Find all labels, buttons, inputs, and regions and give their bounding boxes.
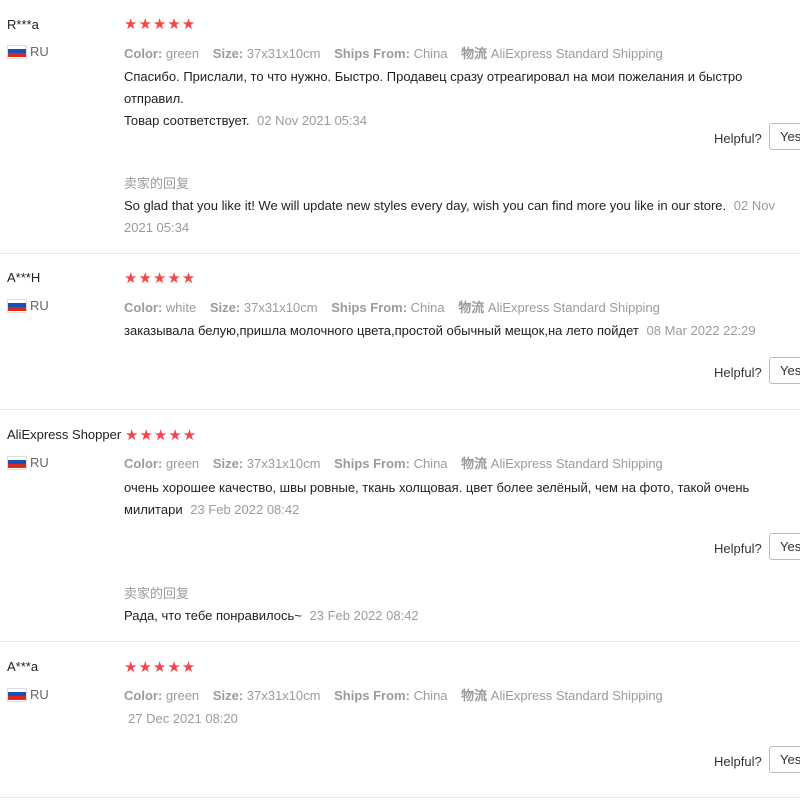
russia-flag-icon — [7, 455, 27, 470]
ships-from-value: China — [413, 688, 448, 703]
ships-from-value: China — [413, 456, 448, 471]
review-divider — [0, 409, 800, 410]
ships-from-label: Ships From: — [331, 300, 408, 315]
country-code: RU — [30, 44, 49, 59]
review-date: 27 Dec 2021 08:20 — [128, 711, 238, 726]
rating-stars: ★★★★★ — [124, 270, 197, 287]
reply-date: 02 Nov — [733, 198, 775, 213]
shipping-label: 物流 — [458, 300, 485, 315]
rating-stars: ★★★★★ — [124, 659, 197, 676]
review-text-line: заказывала белую,пришла молочного цвета,… — [124, 323, 639, 338]
helpful-label: Helpful? — [714, 541, 762, 556]
reviewer-name: A***H — [7, 270, 41, 285]
ships-from-value: China — [410, 300, 445, 315]
review-text: 27 Dec 2021 08:20 — [124, 708, 796, 730]
helpful-label: Helpful? — [714, 754, 762, 769]
color-value: white — [165, 300, 197, 315]
color-label: Color: — [124, 688, 163, 703]
size-value: 37x31x10cm — [243, 300, 318, 315]
ships-from-label: Ships From: — [334, 456, 410, 471]
review-text: очень хорошее качество, швы ровные, ткан… — [124, 477, 796, 521]
country-code: RU — [30, 298, 49, 313]
review-text-line: Спасибо. Прислали, то что нужно. Быстро.… — [124, 69, 743, 106]
color-value: green — [165, 688, 200, 703]
ships-from-value: China — [413, 46, 448, 61]
reply-text: So glad that you like it! We will update… — [124, 198, 727, 213]
review-date: 23 Feb 2022 08:42 — [190, 502, 300, 517]
shipping-value: AliExpress Standard Shipping — [490, 688, 663, 703]
helpful-yes-button[interactable]: Yes — [769, 123, 800, 150]
color-value: green — [165, 46, 200, 61]
review-text-line: милитари — [124, 502, 183, 517]
shipping-label: 物流 — [461, 688, 488, 703]
order-info: Color: green Size: 37x31x10cm Ships From… — [124, 453, 663, 472]
review-date: 08 Mar 2022 22:29 — [646, 323, 756, 338]
reply-date: 23 Feb 2022 08:42 — [309, 608, 419, 623]
review-date: 02 Nov 2021 05:34 — [257, 113, 367, 128]
shipping-label: 物流 — [461, 46, 488, 61]
review-text-line: Товар соответствует. — [124, 113, 250, 128]
reviewer-country: RU — [7, 44, 49, 59]
reviewer-name: A***a — [7, 659, 39, 674]
russia-flag-icon — [7, 44, 27, 59]
helpful-yes-button[interactable]: Yes — [769, 357, 800, 384]
reviewer-country: RU — [7, 687, 49, 702]
order-info: Color: green Size: 37x31x10cm Ships From… — [124, 43, 663, 62]
size-label: Size: — [212, 456, 244, 471]
color-label: Color: — [124, 46, 163, 61]
review-text: заказывала белую,пришла молочного цвета,… — [124, 320, 796, 342]
shipping-value: AliExpress Standard Shipping — [490, 46, 663, 61]
helpful-label: Helpful? — [714, 131, 762, 146]
shipping-label: 物流 — [461, 456, 488, 471]
color-label: Color: — [124, 300, 163, 315]
color-value: green — [165, 456, 200, 471]
size-value: 37x31x10cm — [246, 456, 321, 471]
review-text-line: очень хорошее качество, швы ровные, ткан… — [124, 480, 750, 495]
shipping-value: AliExpress Standard Shipping — [490, 456, 663, 471]
ships-from-label: Ships From: — [334, 46, 410, 61]
seller-reply-label: 卖家的回复 — [124, 176, 190, 191]
reviewer-country: RU — [7, 298, 49, 313]
reviewer-country: RU — [7, 455, 49, 470]
order-info: Color: white Size: 37x31x10cm Ships From… — [124, 297, 660, 316]
reply-date-cont: 2021 05:34 — [124, 220, 190, 235]
size-label: Size: — [212, 688, 244, 703]
review-divider — [0, 797, 800, 798]
review-divider — [0, 253, 800, 254]
color-label: Color: — [124, 456, 163, 471]
reply-text: Рада, что тебе понравилось~ — [124, 608, 302, 623]
country-code: RU — [30, 455, 49, 470]
seller-reply-label: 卖家的回复 — [124, 586, 190, 601]
size-label: Size: — [209, 300, 241, 315]
order-info: Color: green Size: 37x31x10cm Ships From… — [124, 685, 663, 704]
reviewer-name: R***a — [7, 17, 39, 32]
russia-flag-icon — [7, 298, 27, 313]
shipping-value: AliExpress Standard Shipping — [487, 300, 660, 315]
helpful-yes-button[interactable]: Yes — [769, 746, 800, 773]
russia-flag-icon — [7, 687, 27, 702]
size-value: 37x31x10cm — [246, 688, 321, 703]
review-divider — [0, 641, 800, 642]
rating-stars: ★★★★★ — [125, 427, 198, 444]
helpful-label: Helpful? — [714, 365, 762, 380]
size-value: 37x31x10cm — [246, 46, 321, 61]
review-text: Спасибо. Прислали, то что нужно. Быстро.… — [124, 66, 796, 132]
country-code: RU — [30, 687, 49, 702]
seller-reply-text: So glad that you like it! We will update… — [124, 195, 796, 239]
ships-from-label: Ships From: — [334, 688, 410, 703]
size-label: Size: — [212, 46, 244, 61]
helpful-yes-button[interactable]: Yes — [769, 533, 800, 560]
rating-stars: ★★★★★ — [124, 16, 197, 33]
seller-reply-text: Рада, что тебе понравилось~ 23 Feb 2022 … — [124, 605, 796, 627]
reviewer-name: AliExpress Shopper — [7, 427, 122, 442]
